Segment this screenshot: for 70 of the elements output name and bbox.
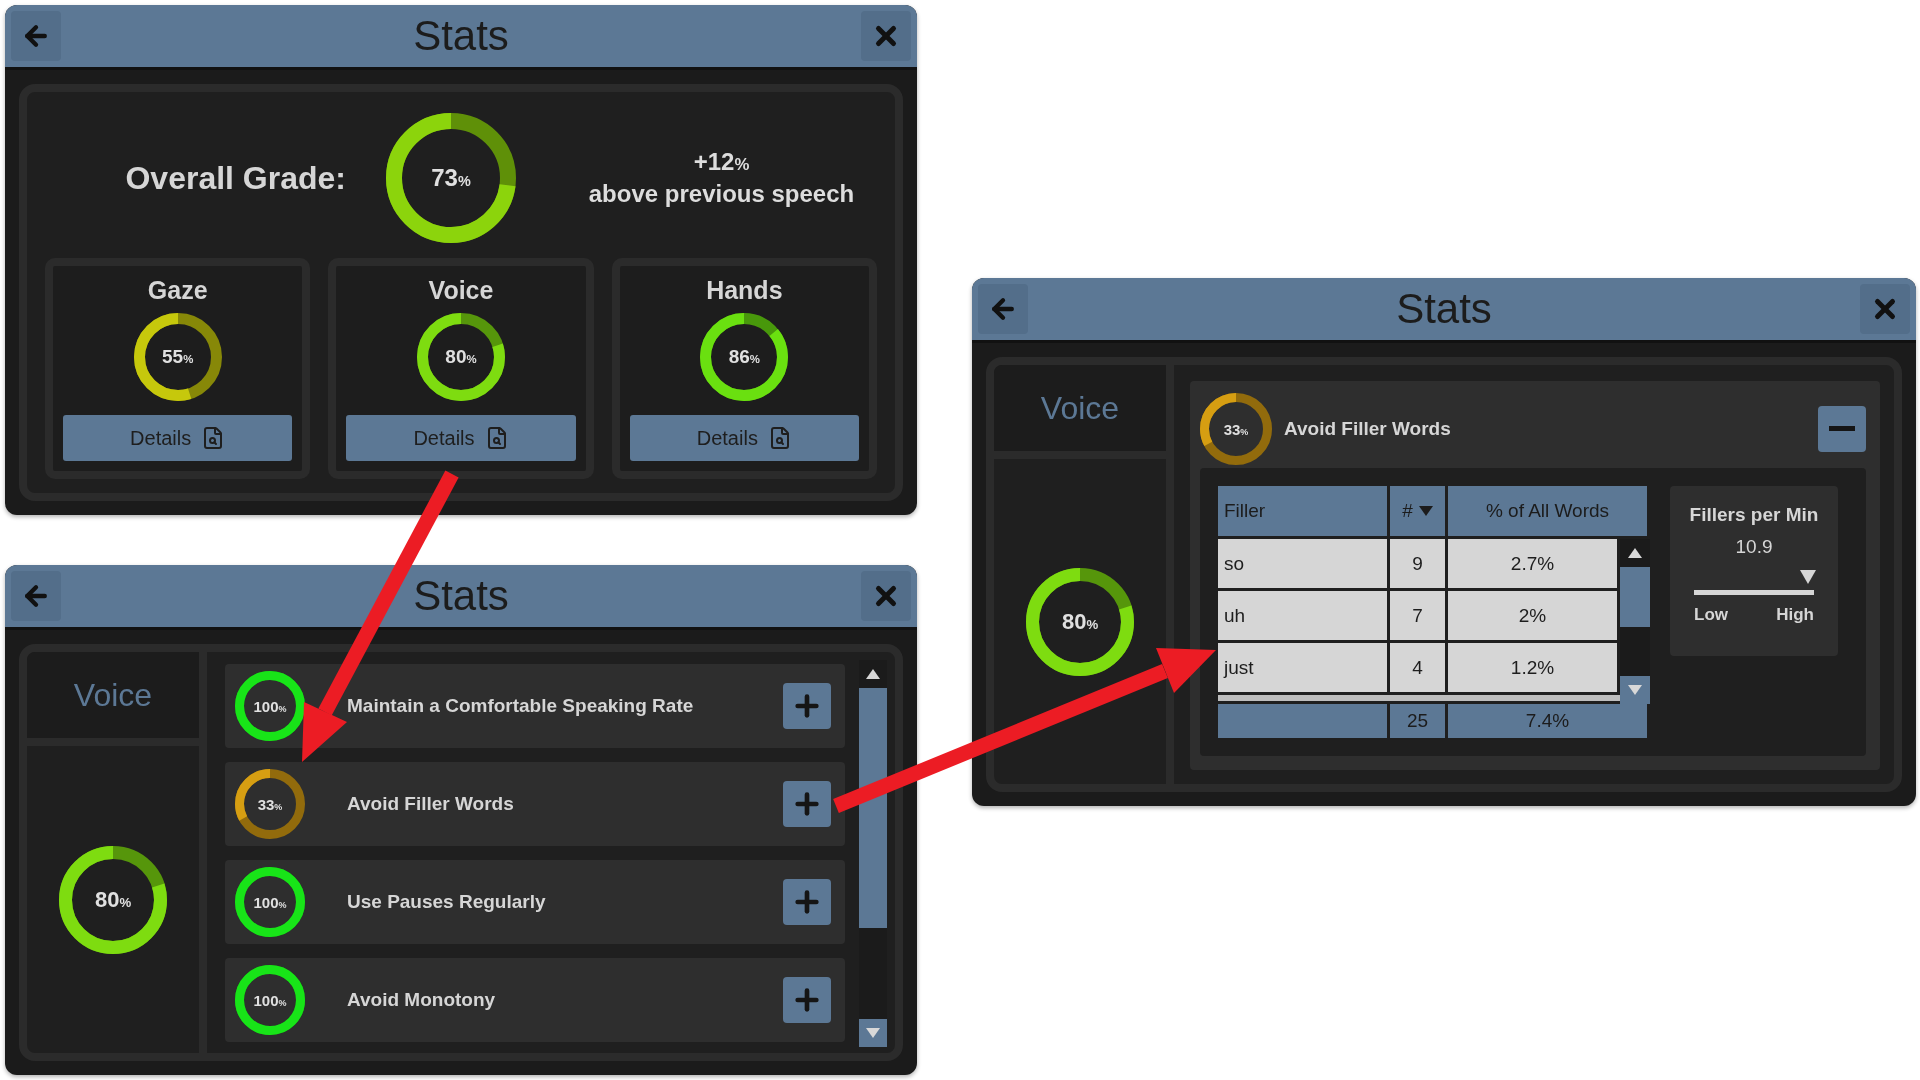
close-button[interactable] — [861, 571, 911, 621]
collapse-button[interactable] — [1818, 405, 1866, 452]
expand-button[interactable] — [783, 683, 831, 729]
expand-button[interactable] — [783, 977, 831, 1023]
category-heading: Voice — [27, 652, 199, 746]
percent-label: 73% — [431, 164, 471, 192]
total-cell: 25 — [1390, 704, 1448, 738]
table-cell: just — [1218, 643, 1390, 695]
back-button[interactable] — [978, 284, 1028, 334]
percent-label: 100% — [253, 991, 287, 1009]
details-button[interactable]: Details — [346, 415, 576, 461]
percent-label: 33% — [257, 795, 283, 813]
percent-label: 55% — [162, 346, 194, 368]
change-caption: above previous speech — [588, 180, 855, 208]
category-heading: Voice — [994, 365, 1166, 459]
progress-ring — [235, 769, 305, 839]
back-button[interactable] — [11, 571, 61, 621]
close-button[interactable] — [861, 11, 911, 61]
progress-ring — [235, 867, 305, 937]
rate-label: Fillers per Min — [1689, 504, 1819, 526]
goal-title: Avoid Filler Words — [347, 793, 515, 815]
scroll-up-icon[interactable] — [866, 669, 880, 679]
category-title: Gaze — [147, 276, 208, 305]
percent-label: 80% — [1061, 608, 1099, 635]
window-title: Stats — [413, 572, 509, 620]
category-title: Hands — [706, 276, 783, 305]
percent-label: 100% — [253, 893, 287, 911]
scroll-down-icon[interactable] — [1628, 685, 1642, 695]
goal-title: Avoid Filler Words — [1284, 417, 1452, 440]
scrollbar[interactable] — [859, 660, 887, 1047]
window-title: Stats — [413, 12, 509, 60]
percent-label: 100% — [253, 697, 287, 715]
percent-label: 80% — [94, 886, 132, 913]
category-title: Voice — [428, 276, 494, 305]
table-cell: 9 — [1390, 539, 1448, 591]
progress-ring — [235, 671, 305, 741]
goal-title: Use Pauses Regularly — [347, 891, 547, 913]
table-cell: so — [1218, 539, 1390, 591]
column-header[interactable]: % of All Words — [1448, 486, 1650, 539]
change-value: +12% — [693, 148, 750, 176]
percent-label: 80% — [445, 346, 477, 368]
overall-grade-label: Overall Grade: — [124, 159, 347, 197]
high-label: High — [1776, 605, 1814, 625]
scroll-down-icon[interactable] — [866, 1028, 880, 1038]
table-cell: 4 — [1390, 643, 1448, 695]
column-header[interactable]: Filler — [1218, 486, 1390, 539]
table-cell: uh — [1218, 591, 1390, 643]
details-button[interactable]: Details — [629, 415, 859, 461]
minus-icon — [1829, 426, 1855, 431]
total-cell: 7.4% — [1448, 704, 1650, 738]
percent-label: 33% — [1223, 420, 1249, 437]
goal-title: Maintain a Comfortable Speaking Rate — [347, 695, 695, 717]
close-button[interactable] — [1860, 284, 1910, 334]
expand-button[interactable] — [783, 879, 831, 925]
table-cell: 2% — [1448, 591, 1620, 643]
table-cell: 7 — [1390, 591, 1448, 643]
rate-value: 10.9 — [1735, 536, 1773, 558]
progress-ring — [235, 965, 305, 1035]
table-cell: 2.7% — [1448, 539, 1620, 591]
expand-button[interactable] — [783, 781, 831, 827]
goal-title: Avoid Monotony — [347, 989, 497, 1011]
table-cell: 1.2% — [1448, 643, 1620, 695]
percent-label: 86% — [728, 346, 760, 368]
details-button[interactable]: Details — [63, 415, 293, 461]
column-header[interactable]: # — [1390, 486, 1448, 539]
scroll-up-icon[interactable] — [1628, 548, 1642, 558]
window-title: Stats — [1396, 285, 1492, 333]
back-button[interactable] — [11, 11, 61, 61]
table-scrollbar[interactable] — [1620, 539, 1650, 704]
low-label: Low — [1694, 605, 1728, 625]
